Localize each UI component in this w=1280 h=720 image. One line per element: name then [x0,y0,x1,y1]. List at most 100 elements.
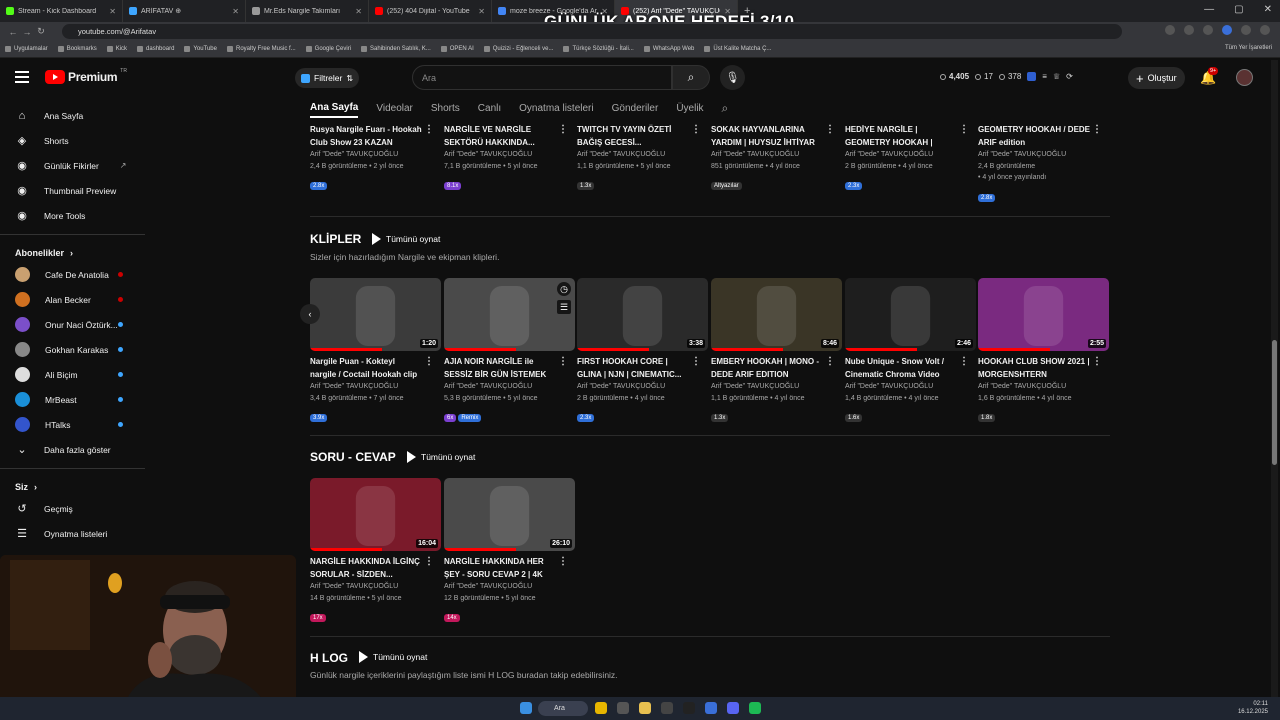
video-item[interactable]: SOKAK HAYVANLARINA YARDIM | HUYSUZ İHTİY… [711,124,835,192]
tab-shorts[interactable]: Shorts [431,103,460,117]
video-author[interactable]: Arif "Dede" TAVUKÇUOĞLU [711,149,835,161]
close-icon[interactable]: ✕ [478,7,485,16]
sidebar-item-shorts[interactable]: ◈ Shorts [0,128,145,153]
app-icon[interactable] [617,702,629,714]
more-vert-icon[interactable]: ⋮ [558,556,568,567]
tab-videos[interactable]: Videolar [376,103,413,117]
video-author[interactable]: Arif "Dede" TAVUKÇUOĞLU [978,381,1102,393]
video-author[interactable]: Arif "Dede" TAVUKÇUOĞLU [444,149,568,161]
video-thumbnail[interactable] [444,278,575,351]
back-icon[interactable]: ← [6,27,20,37]
video-item[interactable]: NARGİLE HAKKINDA HER ŞEY - SORU CEVAP 2 … [444,556,568,624]
subscriptions-header[interactable]: Abonelikler › [0,241,145,262]
video-title[interactable]: EMBERY HOOKAH | MONO - DEDE ARIF EDITION [711,356,835,381]
video-item[interactable]: Rusya Nargile Fuarı - Hookah Club Show 2… [310,124,434,192]
video-title[interactable]: HOOKAH CLUB SHOW 2021 | MORGENSHTERN CON… [978,356,1102,381]
trophy-icon[interactable]: ♕ [1053,72,1060,81]
more-vert-icon[interactable]: ⋮ [691,124,701,135]
terminal-icon[interactable] [683,702,695,714]
add-to-queue-icon[interactable]: ☰ [557,300,571,314]
url-field[interactable]: youtube.com/@Arifatav [62,24,1122,39]
video-item[interactable]: GEOMETRY HOOKAH / DEDE ARIF edition ⋮ Arif… [978,124,1102,204]
video-thumbnail[interactable]: 26:10 [444,478,575,551]
bookmark-item[interactable]: Türkçe Sözlüğü - İtali... [558,46,638,52]
more-vert-icon[interactable]: ⋮ [424,124,434,135]
create-button[interactable]: + Oluştur [1128,67,1185,89]
stat-videos[interactable]: 17 [975,72,993,81]
bookmark-item[interactable]: Quizizi - Eğlenceli ve... [479,46,559,52]
channel-search-icon[interactable]: ⌕ [722,101,729,119]
more-vert-icon[interactable]: ⋮ [959,124,969,135]
close-icon[interactable]: ✕ [355,7,362,16]
stat-views[interactable]: 378 [998,72,1021,81]
sidebar-item-history[interactable]: ↺ Geçmiş [0,496,145,521]
list-icon[interactable]: ≡ [1042,72,1047,81]
video-item[interactable]: Nube Unique - Snow Volt / Cinematic Chro… [845,356,969,424]
video-author[interactable]: Arif "Dede" TAVUKÇUOĞLU [310,149,434,161]
stat-subscribers[interactable]: 4,405 [940,72,969,81]
discord-icon[interactable] [727,702,739,714]
share-icon[interactable] [1184,25,1194,35]
tab-playlists[interactable]: Oynatma listeleri [519,103,593,117]
video-item[interactable]: AJIA NOIR NARGİLE ile SESSİZ BİR GÜN İST… [444,356,568,424]
bookmark-item[interactable]: WhatsApp Web [639,46,700,52]
soru-cevap-title[interactable]: SORU - CEVAP [310,450,396,464]
search-input[interactable]: Ara [412,65,672,90]
video-thumbnail[interactable]: 3:38 [577,278,708,351]
tab-live[interactable]: Canlı [478,103,501,117]
hlog-play-all-button[interactable]: Tümünü oynat [359,651,427,663]
video-item[interactable]: EMBERY HOOKAH | MONO - DEDE ARIF EDITION… [711,356,835,424]
bookmark-item[interactable]: Kick [102,46,132,52]
video-author[interactable]: Arif "Dede" TAVUKÇUOĞLU [444,581,568,593]
klipler-title[interactable]: KLİPLER [310,232,361,246]
video-author[interactable]: Arif "Dede" TAVUKÇUOĞLU [444,381,568,393]
more-vert-icon[interactable]: ⋮ [558,356,568,367]
tab-posts[interactable]: Gönderiler [612,103,659,117]
video-item[interactable]: TWITCH TV YAYIN ÖZETİ BAĞIŞ GECESİ... ⋮ Ar… [577,124,701,192]
browser-tab[interactable]: ARİFATAV ⊕ ✕ [123,0,246,22]
minimize-icon[interactable]: — [1204,4,1214,15]
folder-icon[interactable] [639,702,651,714]
sidebar-subscription[interactable]: Ali Biçim [0,362,145,387]
youtube-logo[interactable]: Premium TR [45,68,127,84]
hamburger-menu-icon[interactable] [15,71,29,83]
extension-icon[interactable] [1222,25,1232,35]
carousel-prev-button[interactable]: ‹ [300,304,320,324]
video-author[interactable]: Arif "Dede" TAVUKÇUOĞLU [577,149,701,161]
close-icon[interactable]: ✕ [109,7,116,16]
chrome-icon[interactable] [595,702,607,714]
more-vert-icon[interactable]: ⋮ [1092,124,1102,135]
video-author[interactable]: Arif "Dede" TAVUKÇUOĞLU [310,581,434,593]
video-item[interactable]: HOOKAH CLUB SHOW 2021 | MORGENSHTERN CON… [978,356,1102,424]
filters-button[interactable]: Filtreler ⇅ [295,68,360,88]
spotify-icon[interactable] [749,702,761,714]
maximize-icon[interactable]: ▢ [1234,4,1243,15]
video-title[interactable]: NARGİLE HAKKINDA İLGİNÇ SORULAR - SİZDEN… [310,556,434,581]
video-thumbnail[interactable]: 1:20 [310,278,441,351]
video-title[interactable]: Nube Unique - Snow Volt / Cinematic Chro… [845,356,969,381]
forward-icon[interactable]: → [20,27,34,37]
browser-tab[interactable]: Mr.Eds Nargile Takımları ✕ [246,0,369,22]
page-scrollbar[interactable] [1271,60,1278,700]
video-thumbnail[interactable]: 2:46 [845,278,976,351]
sidebar-item-gunluk-fikirler[interactable]: ◉ Günlük Fikirler ↗ [0,153,145,178]
video-title[interactable]: Rusya Nargile Fuarı - Hookah Club Show 2… [310,124,434,149]
search-button[interactable]: ⌕ [672,65,710,90]
close-icon[interactable]: ✕ [232,7,239,16]
voice-search-button[interactable]: 🎙 [720,65,745,90]
sidebar-item-playlists[interactable]: ☰ Oynatma listeleri [0,521,145,546]
soru-play-all-button[interactable]: Tümünü oynat [407,451,475,463]
video-author[interactable]: Arif "Dede" TAVUKÇUOĞLU [845,381,969,393]
video-item[interactable]: NARGİLE VE NARGİLE SEKTÖRÜ HAKKINDA... ⋮ A… [444,124,568,192]
extension-icon[interactable] [1027,72,1037,81]
video-title[interactable]: TWITCH TV YAYIN ÖZETİ BAĞIŞ GECESİ... [577,124,701,149]
video-author[interactable]: Arif "Dede" TAVUKÇUOĞLU [577,381,701,393]
scrollbar-thumb[interactable] [1272,340,1277,465]
sidebar-subscription[interactable]: Gokhan Karakas [0,337,145,362]
video-item[interactable]: Nargile Puan - Kokteyl nargile / Coctail… [310,356,434,424]
video-author[interactable]: Arif "Dede" TAVUKÇUOĞLU [711,381,835,393]
star-icon[interactable] [1203,25,1213,35]
bookmark-item[interactable]: Royalty Free Music f... [222,46,301,52]
sidebar-subscription[interactable]: Cafe De Anatolia [0,262,145,287]
more-vert-icon[interactable]: ⋮ [424,356,434,367]
